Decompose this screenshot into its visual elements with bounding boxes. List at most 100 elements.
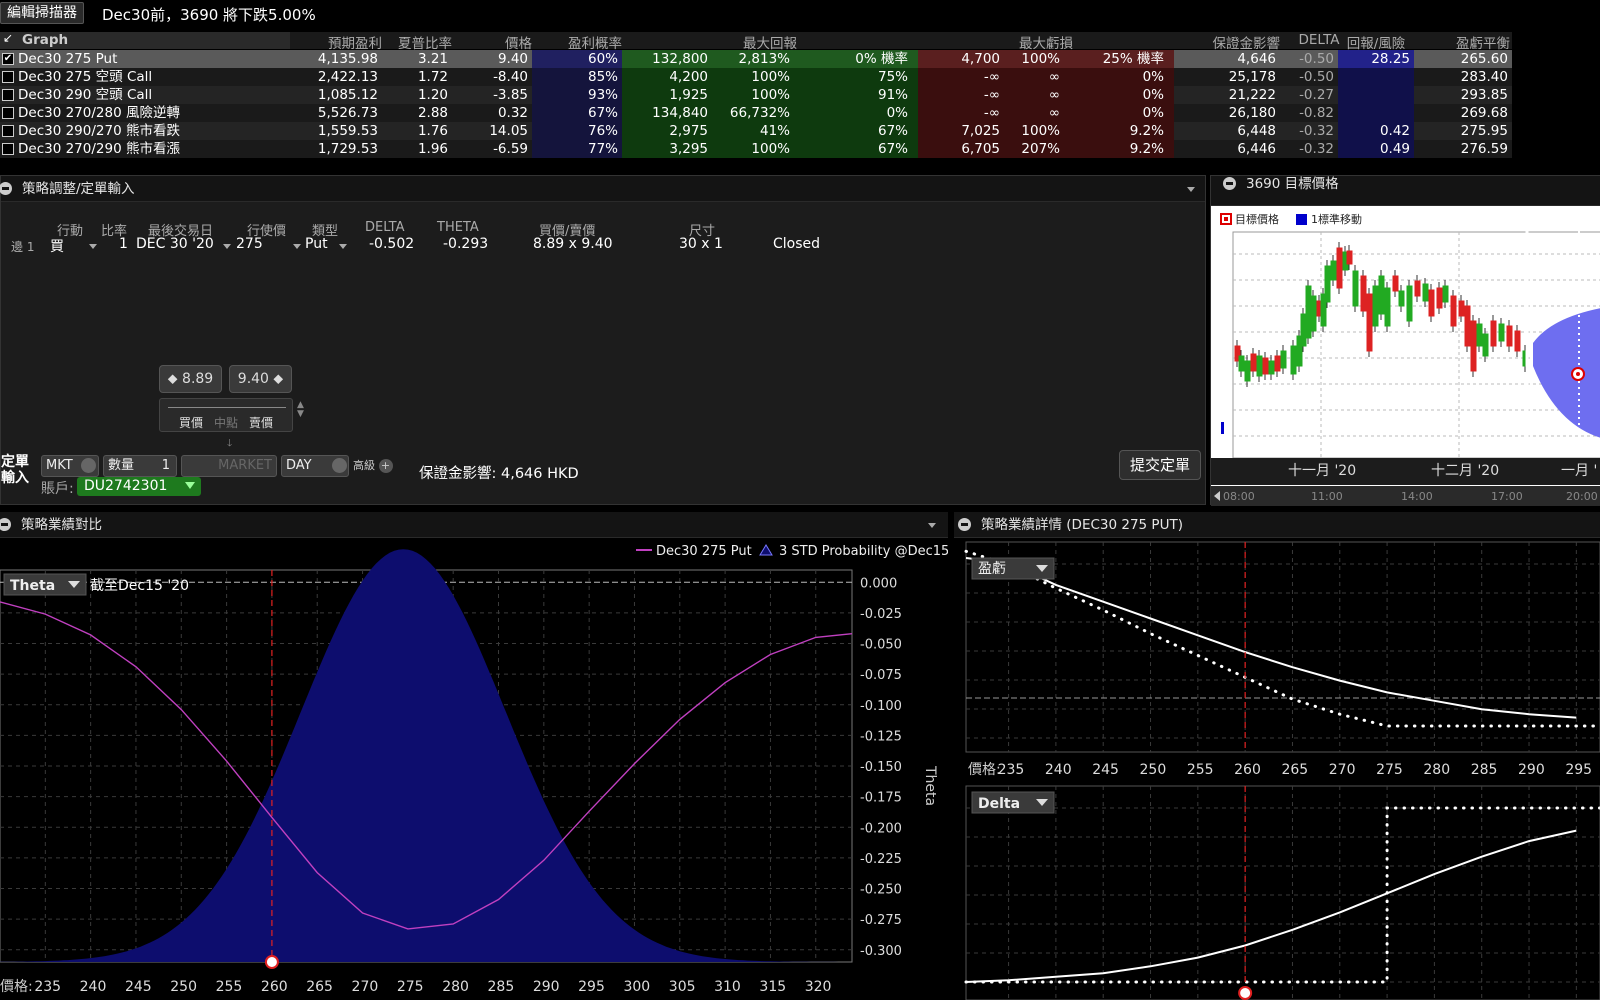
limit-price-input[interactable]: MARKET (181, 455, 277, 477)
leg-action-select[interactable]: 買 (50, 236, 64, 256)
scanner-row[interactable]: Dec30 290/270 熊市看跌 1,559.53 1.76 14.05 76% 2,… (0, 122, 1512, 140)
scanner-row[interactable]: Dec30 270/280 風險逆轉 5,526.73 2.88 0.32 67% 134… (0, 104, 1512, 122)
scanner-row[interactable]: Dec30 275 空頭 Call 2,422.13 1.72 -8.40 85% 4,2… (0, 68, 1512, 86)
current-price-marker[interactable] (264, 955, 279, 969)
leg-type-select[interactable]: Put (305, 236, 328, 252)
col-rr[interactable]: 回報/風險 (1338, 32, 1414, 52)
metric-select-label[interactable]: Theta (10, 578, 55, 594)
graph-header[interactable]: ↙ Graph (0, 31, 290, 49)
x-tick-label: 320 (805, 979, 832, 995)
bid-price-box[interactable]: ⬥ 8.89 (159, 365, 222, 393)
tif-dropdown-icon[interactable] (332, 458, 347, 473)
panel-menu-icon[interactable] (958, 518, 971, 531)
col-margin[interactable]: 保證金影響 (1174, 32, 1281, 52)
panel-menu-icon[interactable] (0, 182, 12, 195)
cell-expected-pl: 1,559.53 (317, 123, 378, 139)
cell-loss-amt: 6,705 (918, 140, 1004, 158)
candle (1262, 357, 1269, 375)
scanner-row[interactable]: Dec30 270/290 熊市看漲 1,729.53 1.96 -6.59 77% 3,… (0, 140, 1512, 158)
theta-chart[interactable]: 0.000 -0.025 -0.050 -0.075 -0.100 -0.125 -0.15… (0, 538, 948, 1000)
leg-size: 30 x 1 (679, 236, 723, 252)
quantity-field[interactable]: 數量 1 (103, 455, 177, 477)
candle (1372, 285, 1379, 327)
cell-loss-pct: ∞ (1004, 68, 1064, 86)
target-price-panel: 3690 目標價格 目標價格 1標準移動 十一月 '20 十二月 '20 一月 … (1210, 175, 1600, 506)
submit-order-button[interactable]: 提交定單 (1119, 450, 1201, 480)
account-select[interactable]: DU2742301 (77, 477, 201, 496)
panel-menu-icon[interactable] (0, 518, 11, 531)
col-sharpe[interactable]: 夏普比率 (382, 32, 452, 52)
leg-ratio[interactable]: 1 (119, 236, 128, 252)
panel-dropdown-icon[interactable] (1187, 187, 1195, 192)
strategy-detail-panel: 策略業績詳情 (DEC30 275 PUT) 盈虧 價格: 235 240 245 2… (954, 512, 1600, 1000)
plus-icon[interactable]: + (378, 459, 393, 473)
pl-metric-label[interactable]: 盈虧 (978, 561, 1006, 577)
scenario-text: Dec30前，3690 將下跌5.00% (102, 6, 316, 24)
chevron-down-icon[interactable] (223, 244, 231, 249)
graph-label: Graph (22, 32, 69, 48)
leg-last-trade-select[interactable]: DEC 30 '20 (136, 236, 214, 252)
price-slider[interactable]: 買價 中點 賣價 (159, 398, 293, 432)
month-axis-bg (1211, 458, 1600, 485)
slider-ask-label[interactable]: 賣價 (249, 414, 273, 431)
account-label: 賬戶: (41, 481, 74, 497)
panel-dropdown-icon[interactable] (928, 523, 936, 528)
candle (1506, 325, 1513, 347)
row-checkbox[interactable] (2, 143, 14, 155)
current-price-marker[interactable] (1238, 986, 1253, 1000)
cell-ret-amt: 2,975 (622, 122, 712, 140)
row-checkbox[interactable] (2, 125, 14, 137)
chevron-down-icon[interactable] (339, 244, 347, 249)
col-max-loss[interactable]: 最大虧損 (918, 32, 1174, 52)
slider-stepper-icon[interactable]: ▲ ▼ (297, 401, 304, 419)
scanner-row[interactable]: ✔ Dec30 275 Put 4,135.98 3.21 9.40 60% 132,800… (0, 50, 1512, 68)
delta-metric-label[interactable]: Delta (978, 796, 1020, 812)
volume-marker (1221, 422, 1224, 434)
time-label: 17:00 (1491, 490, 1523, 503)
col-prob[interactable]: 盈利概率 (532, 32, 622, 52)
cell-sharpe: 1.96 (417, 141, 448, 157)
col-expected-pl[interactable]: 預期盈利 (300, 32, 382, 52)
candle (1274, 355, 1281, 372)
candle (1244, 360, 1251, 382)
leg-strike-select[interactable]: 275 (236, 236, 263, 252)
candle (1290, 345, 1297, 375)
order-type-dropdown-icon[interactable] (81, 458, 96, 473)
target-price-marker-dot (1576, 372, 1580, 376)
chevron-down-icon[interactable] (185, 482, 195, 489)
candle (1384, 287, 1391, 327)
candle (1414, 280, 1421, 297)
x-tick-label: 260 (1234, 762, 1261, 778)
chevron-down-icon[interactable] (293, 244, 301, 249)
margin-impact-text: 保證金影響: 4,646 HKD (419, 466, 579, 482)
arrow-down-icon[interactable]: 🡓 (227, 436, 232, 453)
x-tick-label: 290 (533, 979, 560, 995)
ask-price-box[interactable]: 9.40 ⬥ (229, 365, 292, 393)
col-breakeven[interactable]: 盈虧平衡 (1414, 32, 1512, 52)
col-price[interactable]: 價格 (452, 32, 532, 52)
slider-bid-label[interactable]: 買價 (179, 414, 203, 431)
cell-margin: 25,178 (1228, 69, 1276, 85)
target-price-chart[interactable]: 目標價格 1標準移動 十一月 '20 十二月 '20 一月 ' 08:00 11… (1211, 206, 1600, 506)
col-max-return[interactable]: 最大回報 (622, 32, 918, 52)
scanner-row[interactable]: Dec30 290 空頭 Call 1,085.12 1.20 -3.85 93% 1,9… (0, 86, 1512, 104)
edit-scanner-button[interactable]: 編輯掃描器 (0, 2, 84, 24)
cell-loss-prob: 9.2% (1064, 122, 1174, 140)
panel-menu-icon[interactable] (1223, 177, 1236, 190)
cell-loss-pct: 207% (1004, 140, 1064, 158)
row-checkbox[interactable] (2, 107, 14, 119)
row-checkbox[interactable] (2, 89, 14, 101)
row-checkbox[interactable]: ✔ (2, 53, 14, 65)
cell-loss-prob: 0% (1064, 104, 1174, 122)
chevron-down-icon[interactable] (89, 244, 97, 249)
candle (1398, 290, 1405, 307)
perf-panel-header: 策略業績對比 (0, 512, 948, 538)
cell-price: -8.40 (493, 69, 528, 85)
month-label: 十二月 '20 (1431, 463, 1499, 479)
row-checkbox[interactable] (2, 71, 14, 83)
advanced-button[interactable]: 高級 + (353, 457, 393, 473)
slider-mid-label[interactable]: 中點 (214, 414, 238, 431)
detail-charts[interactable]: 盈虧 價格: 235 240 245 250 255 260 265 270 275 280 285… (954, 538, 1600, 1000)
cell-expected-pl: 2,422.13 (317, 69, 378, 85)
candle (1366, 293, 1373, 352)
